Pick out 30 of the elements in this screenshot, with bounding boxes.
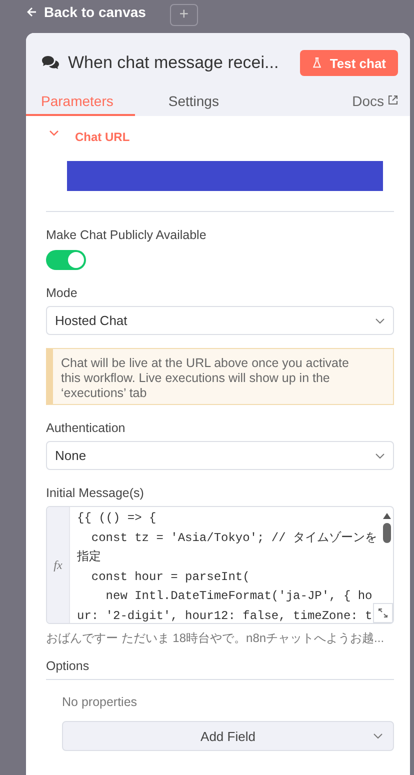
- arrow-left-icon: [26, 6, 38, 18]
- panel-title: When chat message recei...: [68, 53, 280, 73]
- field-label: Authentication: [46, 421, 126, 435]
- expand-icon[interactable]: [373, 603, 393, 623]
- external-link-icon: [388, 95, 398, 105]
- scroll-up-icon[interactable]: [383, 513, 391, 519]
- tab[interactable]: Settings: [167, 93, 220, 114]
- scrollbar-thumb[interactable]: [383, 523, 391, 543]
- section-title: Chat URL: [75, 130, 130, 144]
- chat-bubbles-icon: [41, 55, 61, 71]
- chevron-down-icon[interactable]: [49, 130, 59, 136]
- empty-text: No properties: [62, 695, 138, 709]
- docs-link[interactable]: Docs: [352, 93, 398, 109]
- preview-text: おばんですー ただいま 18時台やで。n8nチャットへようお越...: [46, 630, 384, 647]
- toggle-switch[interactable]: [46, 250, 86, 270]
- field-label: Make Chat Publicly Available: [46, 228, 206, 242]
- expression-marker: fx: [54, 558, 62, 572]
- notice-text: Chat will be live at the URL above once you activate this workflow. Live executions will show up in the ‘executions’ tab: [46, 348, 394, 405]
- add-field-select[interactable]: Add Field: [62, 721, 394, 751]
- chevron-down-icon: [375, 452, 385, 458]
- field-label: Initial Message(s): [46, 486, 144, 500]
- code-editor[interactable]: {{ (() => { const tz = 'Asia/Tokyo'; // タイムゾーンを 指定 const hour = parseInt( new Intl.DateTimeFormat('ja-JP', { ho ur: '2-digit', hour12: false, timeZone: t: [70, 507, 381, 623]
- chevron-down-icon: [373, 733, 383, 739]
- authentication-select[interactable]: None: [46, 441, 394, 470]
- section-title: Options: [46, 659, 90, 673]
- chevron-down-icon: [375, 318, 385, 324]
- mode-select[interactable]: Hosted Chat: [46, 306, 394, 335]
- field-label: Mode: [46, 286, 78, 300]
- flask-icon: [312, 57, 322, 69]
- back-to-canvas-link[interactable]: Back to canvas: [26, 4, 146, 20]
